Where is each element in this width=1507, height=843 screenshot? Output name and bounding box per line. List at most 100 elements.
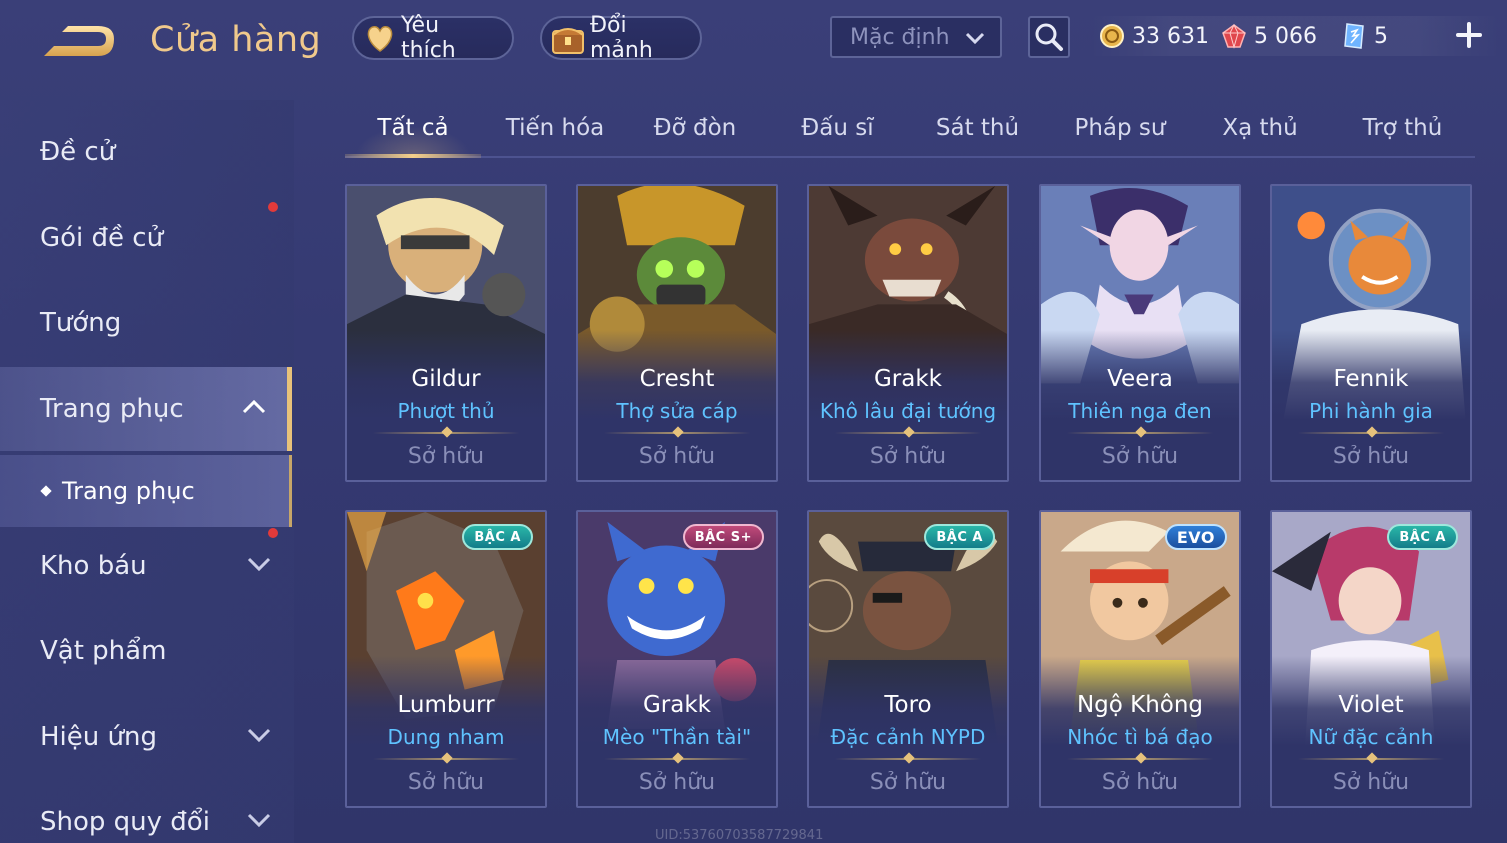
search-button[interactable] [1028, 16, 1070, 58]
tab-tank[interactable]: Đỡ đòn [630, 100, 760, 156]
owned-status: Sở hữu [407, 444, 485, 469]
tab-label: Sát thủ [935, 115, 1020, 141]
sidebar: Đề cử Gói đề cử Tướng Trang phục Trang p… [0, 100, 294, 843]
plus-icon [1456, 22, 1482, 48]
owned-status: Sở hữu [869, 770, 947, 795]
sidebar-subitem-skins[interactable]: Trang phục [0, 455, 292, 527]
skin-card[interactable]: Cresht Thợ sửa cáp Sở hữu [576, 184, 778, 482]
shard-exchange-button[interactable]: Đổi mảnh [540, 13, 702, 63]
owned-status: Sở hữu [869, 444, 947, 469]
hero-name: Ngộ Không [1076, 692, 1204, 718]
skin-card[interactable]: BẬC A Violet Nữ đặc cảnh Sở hữu [1270, 510, 1472, 808]
tab-assassin[interactable]: Sát thủ [910, 100, 1045, 156]
hero-name: Gildur [411, 366, 481, 392]
tier-badge: BẬC S+ [682, 524, 764, 550]
skin-name: Dung nham [387, 725, 505, 749]
hero-name: Grakk [642, 692, 711, 718]
chevron-down-icon [247, 728, 271, 743]
skin-name: Phi hành gia [1309, 399, 1433, 423]
sidebar-item-items[interactable]: Vật phẩm [0, 609, 292, 693]
sidebar-item-label: Gói đề cử [40, 223, 164, 253]
owned-status: Sở hữu [1101, 770, 1179, 795]
owned-status: Sở hữu [1332, 770, 1410, 795]
skin-card[interactable]: BẬC A Toro Đặc cảnh NYPD Sở hữu [807, 510, 1009, 808]
skin-name: Nữ đặc cảnh [1308, 725, 1434, 749]
voucher-currency: 5 [1340, 18, 1388, 54]
tier-badge: BẬC A [924, 524, 995, 550]
sidebar-item-label: Shop quy đổi [40, 807, 210, 837]
skin-card[interactable]: Fennik Phi hành gia Sở hữu [1270, 184, 1472, 482]
top-bar: Cửa hàng Yêu thích Đổi mảnh Mặc định 33 … [0, 0, 1507, 80]
sidebar-item-label: Tướng [40, 308, 122, 338]
chevron-up-icon [242, 399, 266, 414]
skin-name: Khô lâu đại tướng [819, 399, 997, 423]
category-tabs: Tất cả Tiến hóa Đỡ đòn Đấu sĩ Sát thủ Ph… [345, 100, 1475, 158]
skin-card[interactable]: EVO Ngộ Không Nhóc tì bá đạo Sở hữu [1039, 510, 1241, 808]
favorites-button[interactable]: Yêu thích [352, 13, 514, 63]
skin-name: Phượt thủ [397, 399, 495, 423]
sidebar-item-label: Hiệu ứng [40, 722, 157, 752]
ruby-icon [1220, 22, 1248, 50]
voucher-icon [1340, 22, 1368, 50]
skin-card[interactable]: Grakk Khô lâu đại tướng Sở hữu [807, 184, 1009, 482]
skin-name: Nhóc tì bá đạo [1067, 725, 1213, 749]
owned-status: Sở hữu [1101, 444, 1179, 469]
sidebar-item-featured-packs[interactable]: Gói đề cử [0, 196, 292, 280]
sort-dropdown[interactable]: Mặc định [830, 16, 1002, 58]
tab-all[interactable]: Tất cả [345, 100, 481, 158]
owned-status: Sở hữu [638, 770, 716, 795]
skin-name: Thợ sửa cáp [616, 399, 738, 423]
tab-support[interactable]: Trợ thủ [1335, 100, 1470, 156]
tab-fighter[interactable]: Đấu sĩ [770, 100, 905, 156]
sidebar-item-featured[interactable]: Đề cử [0, 110, 292, 194]
page-title: Cửa hàng [150, 20, 322, 60]
sidebar-subitem-label: Trang phục [62, 477, 195, 505]
sidebar-item-treasure[interactable]: Kho báu [0, 524, 292, 608]
skin-card[interactable]: BẬC S+ Grakk Mèo "Thần tài" Sở hữu [576, 510, 778, 808]
back-button[interactable] [40, 22, 118, 64]
sidebar-item-exchange-shop[interactable]: Shop quy đổi [0, 780, 292, 843]
skin-card[interactable]: Veera Thiên nga đen Sở hữu [1039, 184, 1241, 482]
add-currency-button[interactable] [1452, 18, 1486, 52]
shard-exchange-label: Đổi mảnh [590, 13, 653, 63]
chevron-down-icon [965, 32, 985, 45]
tier-badge: BẬC A [1387, 524, 1458, 550]
tab-evolution[interactable]: Tiến hóa [485, 100, 625, 156]
sidebar-item-label: Vật phẩm [40, 636, 167, 666]
hero-name: Toro [884, 692, 932, 718]
tier-badge: BẬC A [462, 524, 533, 550]
skin-card[interactable]: Gildur Phượt thủ Sở hữu [345, 184, 547, 482]
sidebar-item-skins[interactable]: Trang phục [0, 367, 292, 451]
hero-name: Cresht [639, 366, 715, 392]
skin-name: Đặc cảnh NYPD [830, 725, 986, 749]
skin-name: Mèo "Thần tài" [602, 725, 752, 749]
sidebar-item-effects[interactable]: Hiệu ứng [0, 695, 292, 779]
sort-value: Mặc định [850, 24, 950, 50]
ruby-currency: 5 066 [1220, 18, 1317, 54]
chevron-down-icon [247, 813, 271, 828]
tab-label: Tiến hóa [505, 115, 605, 141]
skin-card[interactable]: BẬC A Lumburr Dung nham Sở hữu [345, 510, 547, 808]
gold-coin-icon [1098, 22, 1126, 50]
sidebar-item-label: Kho báu [40, 551, 147, 581]
tab-label: Đỡ đòn [653, 115, 737, 141]
sidebar-item-label: Đề cử [40, 137, 116, 167]
notification-dot [268, 202, 278, 212]
treasure-chest-icon [550, 21, 586, 55]
owned-status: Sở hữu [638, 444, 716, 469]
user-id-watermark: UID:53760703587729841 [655, 828, 824, 843]
tab-label: Đấu sĩ [801, 115, 874, 141]
sidebar-item-label: Trang phục [40, 394, 184, 424]
voucher-amount: 5 [1374, 23, 1388, 49]
tab-marksman[interactable]: Xạ thủ [1195, 100, 1325, 156]
ruby-amount: 5 066 [1254, 23, 1317, 49]
bullet-diamond-icon [40, 485, 52, 497]
skin-name: Thiên nga đen [1068, 399, 1212, 423]
tab-label: Pháp sư [1074, 115, 1166, 141]
hero-name: Lumburr [397, 692, 495, 718]
gold-currency: 33 631 [1098, 18, 1209, 54]
tab-label: Xạ thủ [1222, 115, 1298, 141]
owned-status: Sở hữu [407, 770, 485, 795]
tab-mage[interactable]: Pháp sư [1050, 100, 1190, 156]
sidebar-item-heroes[interactable]: Tướng [0, 281, 292, 365]
